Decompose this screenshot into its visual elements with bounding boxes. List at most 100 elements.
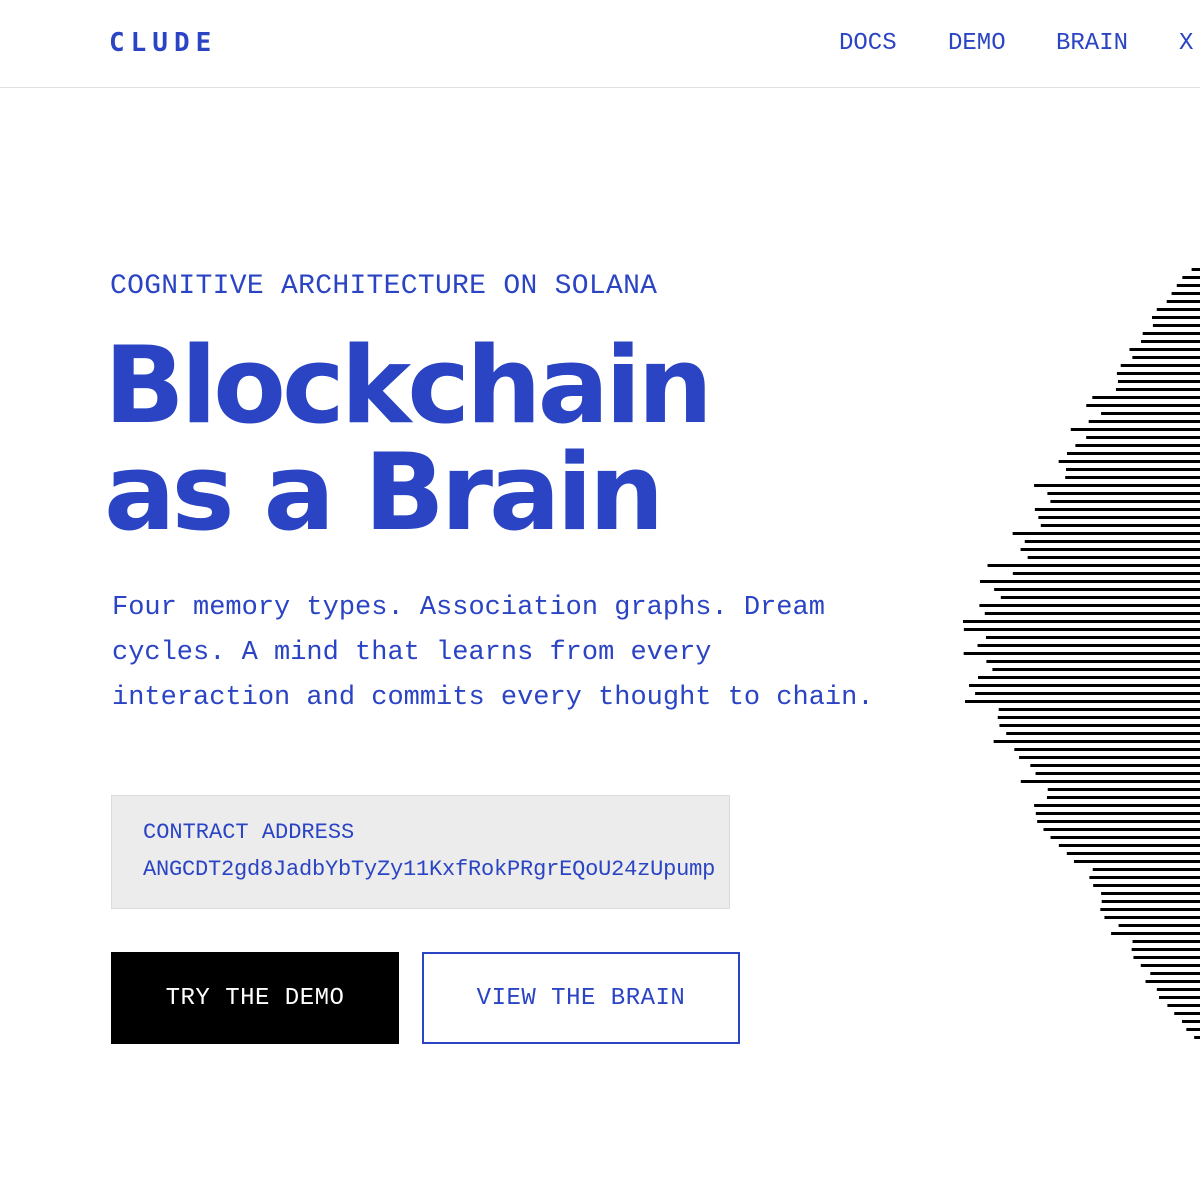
wave-line	[1035, 772, 1200, 775]
wave-line	[1035, 812, 1200, 815]
wave-line	[1058, 844, 1200, 847]
wave-line	[1176, 284, 1200, 287]
wave-line	[1034, 508, 1200, 511]
wave-line	[1089, 876, 1200, 879]
wave-line	[1111, 932, 1200, 935]
wave-line	[1156, 308, 1200, 311]
wave-line	[1186, 1028, 1200, 1031]
wave-line	[1047, 492, 1200, 495]
wave-line	[1101, 412, 1200, 415]
wave-line	[1058, 460, 1200, 463]
wave-line	[1145, 980, 1200, 983]
wave-line	[1086, 436, 1200, 439]
wave-line	[1034, 484, 1200, 487]
contract-address-box[interactable]: CONTRACT ADDRESS ANGCDT2gd8JadbYbTyZy11K…	[111, 795, 730, 909]
wave-line	[999, 724, 1200, 727]
wave-line	[1167, 1004, 1200, 1007]
wave-line	[1150, 972, 1200, 975]
wave-line	[1000, 596, 1200, 599]
wave-line	[963, 652, 1200, 655]
wave-line	[1092, 868, 1200, 871]
wave-line	[1050, 836, 1200, 839]
wave-line	[1152, 316, 1200, 319]
wave-line	[1116, 372, 1200, 375]
wave-line	[1073, 860, 1200, 863]
wave-line	[1014, 748, 1200, 751]
wave-line	[962, 620, 1200, 623]
wave-line	[1088, 420, 1200, 423]
contract-address-label: CONTRACT ADDRESS	[143, 820, 355, 845]
wave-line	[1140, 340, 1200, 343]
wave-line	[1086, 404, 1200, 407]
wave-line	[1101, 900, 1200, 903]
wave-line	[1027, 556, 1200, 559]
wave-line	[1115, 388, 1200, 391]
wave-line	[1047, 788, 1200, 791]
wave-line	[1046, 796, 1200, 799]
wave-line	[1040, 524, 1200, 527]
wave-line	[1159, 996, 1200, 999]
wave-line	[1117, 380, 1200, 383]
wave-line	[1024, 540, 1200, 543]
view-brain-button[interactable]: VIEW THE BRAIN	[422, 952, 740, 1044]
wave-line	[1129, 348, 1200, 351]
nav-link-demo[interactable]: DEMO	[948, 30, 1006, 57]
wave-line	[1066, 852, 1200, 855]
wave-line	[992, 668, 1200, 671]
wave-line	[978, 676, 1200, 679]
wave-line	[1100, 908, 1200, 911]
wave-line	[1156, 988, 1200, 991]
wave-line	[1131, 948, 1200, 951]
wave-line	[1043, 828, 1200, 831]
wave-line	[1020, 780, 1200, 783]
wave-line	[1020, 548, 1200, 551]
wave-line	[1038, 516, 1200, 519]
wave-line	[1019, 756, 1200, 759]
wave-line	[1012, 572, 1200, 575]
wave-line	[1006, 732, 1200, 735]
wave-line	[1104, 916, 1200, 919]
wave-line	[984, 612, 1200, 615]
nav-link-docs[interactable]: DOCS	[839, 30, 897, 57]
wave-line	[1037, 820, 1200, 823]
wave-line	[997, 716, 1200, 719]
wave-line	[979, 604, 1200, 607]
wave-line	[1101, 892, 1200, 895]
wave-line	[1152, 324, 1200, 327]
wave-line	[1012, 532, 1200, 535]
wave-line	[1070, 428, 1200, 431]
wave-line	[1142, 332, 1200, 335]
wave-line	[993, 740, 1200, 743]
wave-line	[1065, 476, 1200, 479]
wave-line	[1050, 500, 1200, 503]
wave-line	[963, 628, 1200, 631]
contract-address-value[interactable]: ANGCDT2gd8JadbYbTyZy11KxfRokPRgrEQoU24zU…	[143, 857, 715, 882]
wave-line	[1118, 924, 1200, 927]
headline-line-1: Blockchain	[104, 324, 713, 447]
wave-line	[1132, 356, 1200, 359]
wave-line	[1066, 452, 1200, 455]
wave-line	[1174, 1012, 1200, 1015]
hero-eyebrow: COGNITIVE ARCHITECTURE ON SOLANA	[110, 271, 658, 302]
wave-line	[985, 636, 1200, 639]
wave-line	[998, 708, 1200, 711]
wave-line	[1075, 444, 1200, 447]
nav-link-x[interactable]: X	[1179, 30, 1193, 57]
wave-line	[1092, 396, 1200, 399]
main-nav: DOCS DEMO BRAIN X	[0, 30, 1200, 60]
hero-headline: Blockchain as a Brain	[104, 324, 713, 546]
wave-line	[964, 700, 1200, 703]
brainwave-graphic	[962, 268, 1200, 1039]
site-header: CLUDE DOCS DEMO BRAIN X	[0, 0, 1200, 88]
hero-description: Four memory types. Association graphs. D…	[112, 593, 874, 713]
nav-link-brain[interactable]: BRAIN	[1056, 30, 1128, 57]
wave-line	[1194, 1036, 1200, 1039]
wave-line	[1120, 364, 1200, 367]
wave-line	[979, 580, 1200, 583]
wave-line	[1191, 268, 1200, 271]
wave-line	[1182, 1020, 1200, 1023]
try-demo-button[interactable]: TRY THE DEMO	[111, 952, 399, 1044]
wave-line	[1133, 956, 1200, 959]
wave-line	[987, 564, 1200, 567]
wave-line	[986, 660, 1200, 663]
